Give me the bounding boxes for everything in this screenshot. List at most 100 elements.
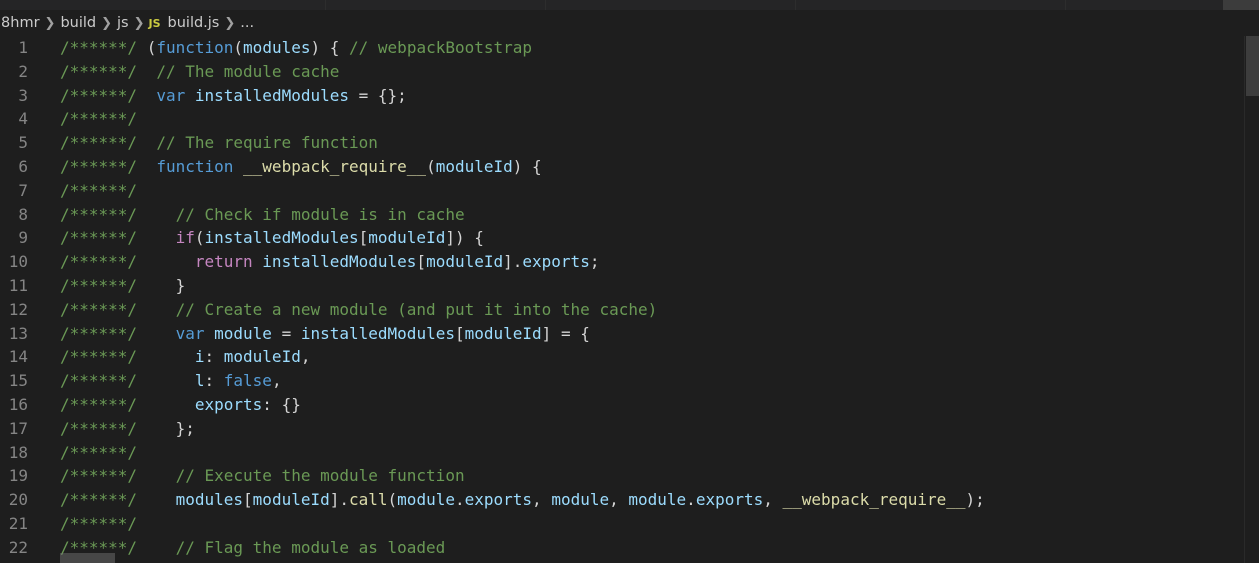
horizontal-scrollbar-thumb[interactable]: [60, 553, 115, 563]
code-token: .: [454, 490, 465, 510]
code-token: // Execute the module function: [175, 466, 465, 486]
code-token: /******/: [60, 38, 147, 57]
code-line[interactable]: 1/******/ (function(modules) { // webpac…: [0, 36, 1240, 60]
code-token: module: [628, 490, 687, 510]
tab-divider: [795, 0, 797, 10]
vertical-scrollbar-thumb[interactable]: [1246, 36, 1259, 96]
line-number: 1: [18, 38, 28, 57]
breadcrumb-item-build[interactable]: build: [59, 15, 97, 31]
code-line[interactable]: 16 /******/ exports: {}: [0, 393, 1240, 417]
code-token: /******/: [60, 204, 176, 224]
breadcrumb-item-symbols[interactable]: ...: [239, 15, 255, 31]
code-line[interactable]: 4 /******/: [0, 107, 1240, 131]
code-line[interactable]: 9 /******/ if(installedModules[moduleId])…: [0, 226, 1240, 250]
code-line[interactable]: 5 /******/ // The require function: [0, 131, 1240, 155]
code-text: /******/ exports: {}: [60, 393, 301, 417]
code-text: /******/ // Create a new module (and put…: [60, 298, 657, 322]
code-text: /******/ // The require function: [60, 131, 378, 155]
code-token: function: [156, 38, 234, 57]
code-line[interactable]: 21 /******/: [0, 512, 1240, 536]
breadcrumb-item-file[interactable]: build.js: [167, 15, 221, 31]
code-text: /******/ // The module cache: [60, 60, 339, 84]
code-line[interactable]: 7 /******/: [0, 179, 1240, 203]
code-token: var: [175, 323, 205, 343]
code-line[interactable]: 19 /******/ // Execute the module functio…: [0, 464, 1240, 488]
code-token: modules: [243, 38, 311, 57]
line-number: 10: [8, 252, 28, 272]
code-line[interactable]: 17 /******/ };: [0, 417, 1240, 441]
code-token: ]) {: [445, 228, 484, 248]
code-token: };: [175, 418, 195, 438]
code-token: return: [194, 252, 253, 272]
code-line[interactable]: 6 /******/ function __webpack_require__(m…: [0, 155, 1240, 179]
code-token: /******/: [60, 395, 195, 414]
code-token: moduleId: [435, 157, 513, 176]
code-token: /******/: [60, 133, 157, 153]
code-token: installedModules: [204, 228, 359, 248]
line-number: 16: [8, 395, 28, 414]
code-line[interactable]: 2 /******/ // The module cache: [0, 60, 1240, 84]
code-token: // Flag the module as loaded: [175, 537, 446, 557]
line-number: 6: [18, 157, 28, 176]
code-token: modules: [175, 490, 244, 510]
code-line[interactable]: 8 /******/ // Check if module is in cache: [0, 203, 1240, 227]
code-token: [: [243, 490, 253, 510]
line-number: 19: [8, 466, 28, 486]
code-token: // webpackBootstrap: [349, 38, 533, 57]
code-token: installedModules: [194, 85, 349, 105]
top-right-scroll-region[interactable]: [1223, 0, 1259, 10]
code-token: false: [223, 371, 272, 391]
code-token: [: [358, 228, 369, 248]
code-token: // The module cache: [156, 61, 340, 81]
code-token: (: [146, 38, 157, 57]
code-token: exports: [695, 490, 764, 510]
code-line[interactable]: 3 /******/ var installedModules = {};: [0, 84, 1240, 108]
breadcrumb-item-folder[interactable]: l8hmr: [0, 15, 41, 31]
code-token: l: [194, 371, 205, 391]
code-line[interactable]: 20/******/ modules[moduleId].call(module…: [0, 488, 1240, 512]
code-line[interactable]: 11 /******/ }: [0, 274, 1240, 298]
line-number: 17: [8, 418, 28, 438]
code-token: ].: [503, 252, 523, 272]
chevron-right-icon: ❯: [224, 15, 236, 31]
code-token: exports: [464, 490, 533, 510]
code-token: :: [204, 371, 224, 391]
code-text: /******/: [60, 441, 137, 465]
code-token: // The require function: [156, 133, 378, 153]
code-token: =: [271, 323, 301, 343]
line-number: 8: [18, 204, 28, 224]
code-text: /******/: [60, 179, 137, 203]
line-number: 20: [8, 490, 28, 510]
code-line[interactable]: 18 /******/: [0, 441, 1240, 465]
code-line[interactable]: 22 /******/ // Flag the module as loaded: [0, 536, 1240, 560]
line-number: 3: [18, 85, 28, 105]
code-line[interactable]: 13 /******/ var module = installedModules…: [0, 322, 1240, 346]
code-text: /******/ i: moduleId,: [60, 345, 310, 369]
code-token: // Check if module is in cache: [175, 204, 465, 224]
code-editor[interactable]: 1/******/ (function(modules) { // webpac…: [0, 36, 1259, 563]
code-token: __webpack_require__: [782, 490, 966, 510]
code-token: installedModules: [300, 323, 455, 343]
code-text: /******/ }: [60, 274, 185, 298]
code-text: /******/ modules[moduleId].call(module.e…: [60, 488, 985, 512]
code-line[interactable]: 12 /******/ // Create a new module (and p…: [0, 298, 1240, 322]
code-line[interactable]: 14 /******/ i: moduleId,: [0, 345, 1240, 369]
code-token: // Create a new module (and put it into …: [175, 299, 658, 319]
chevron-right-icon: ❯: [133, 15, 145, 31]
code-token: /******/: [60, 514, 138, 533]
code-line[interactable]: 10 /******/ return installedModules[modul…: [0, 250, 1240, 274]
code-token: ;: [589, 252, 600, 272]
breadcrumb-item-js[interactable]: js: [116, 15, 130, 31]
line-number: 9: [18, 228, 28, 248]
code-text: /******/ if(installedModules[moduleId]) …: [60, 226, 484, 250]
vertical-scrollbar[interactable]: [1244, 36, 1259, 563]
code-token: module: [551, 490, 610, 510]
code-token: /******/: [60, 490, 176, 510]
code-line[interactable]: 15 /******/ l: false,: [0, 369, 1240, 393]
code-token: (: [233, 38, 244, 57]
code-token: /******/: [60, 180, 138, 200]
tab-divider: [1065, 0, 1067, 10]
code-token: /******/: [60, 323, 176, 343]
